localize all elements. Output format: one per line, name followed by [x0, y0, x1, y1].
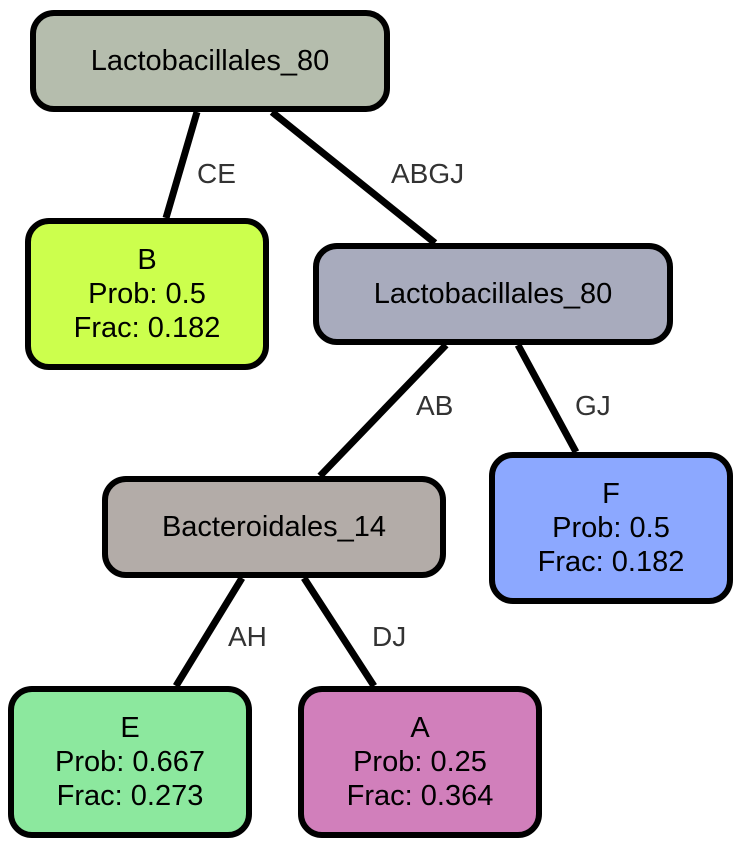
- node-leaf-f: F Prob: 0.5 Frac: 0.182: [489, 452, 733, 604]
- node-prob: Prob: 0.25: [353, 745, 487, 778]
- node-prob: Prob: 0.5: [552, 511, 670, 544]
- node-label: B: [137, 243, 157, 276]
- node-label: A: [410, 711, 430, 744]
- node-leaf-b: B Prob: 0.5 Frac: 0.182: [25, 218, 269, 370]
- edge-bact-a: [301, 576, 377, 688]
- edge-label-abgj: ABGJ: [391, 158, 465, 189]
- node-prob: Prob: 0.667: [55, 745, 205, 778]
- edge-label-dj: DJ: [372, 621, 407, 652]
- node-frac: Frac: 0.273: [56, 780, 204, 813]
- edge-label-gj: GJ: [575, 390, 611, 421]
- node-label: E: [120, 711, 140, 744]
- node-label: F: [602, 477, 620, 510]
- node-frac: Frac: 0.182: [73, 312, 221, 345]
- node-label: Lactobacillales_80: [90, 44, 330, 77]
- edge-label-ce: CE: [197, 158, 236, 189]
- node-frac: Frac: 0.364: [346, 780, 494, 813]
- node-prob: Prob: 0.5: [88, 277, 206, 310]
- node-mid-lactobacillales: Lactobacillales_80: [313, 243, 673, 345]
- decision-tree-diagram: CE ABGJ AB GJ AH DJ Lactobacillales_80 B…: [0, 0, 740, 846]
- node-label: Bacteroidales_14: [161, 510, 387, 543]
- node-frac: Frac: 0.182: [537, 546, 685, 579]
- node-root-lactobacillales: Lactobacillales_80: [30, 10, 390, 112]
- edge-mid-f: [514, 343, 580, 454]
- node-label: Lactobacillales_80: [373, 277, 613, 310]
- node-leaf-a: A Prob: 0.25 Frac: 0.364: [298, 686, 542, 838]
- edge-label-ab: AB: [416, 390, 454, 421]
- node-bacteroidales: Bacteroidales_14: [102, 476, 446, 578]
- edge-label-ah: AH: [228, 621, 267, 652]
- node-leaf-e: E Prob: 0.667 Frac: 0.273: [8, 686, 252, 838]
- edge-root-b: [162, 111, 201, 219]
